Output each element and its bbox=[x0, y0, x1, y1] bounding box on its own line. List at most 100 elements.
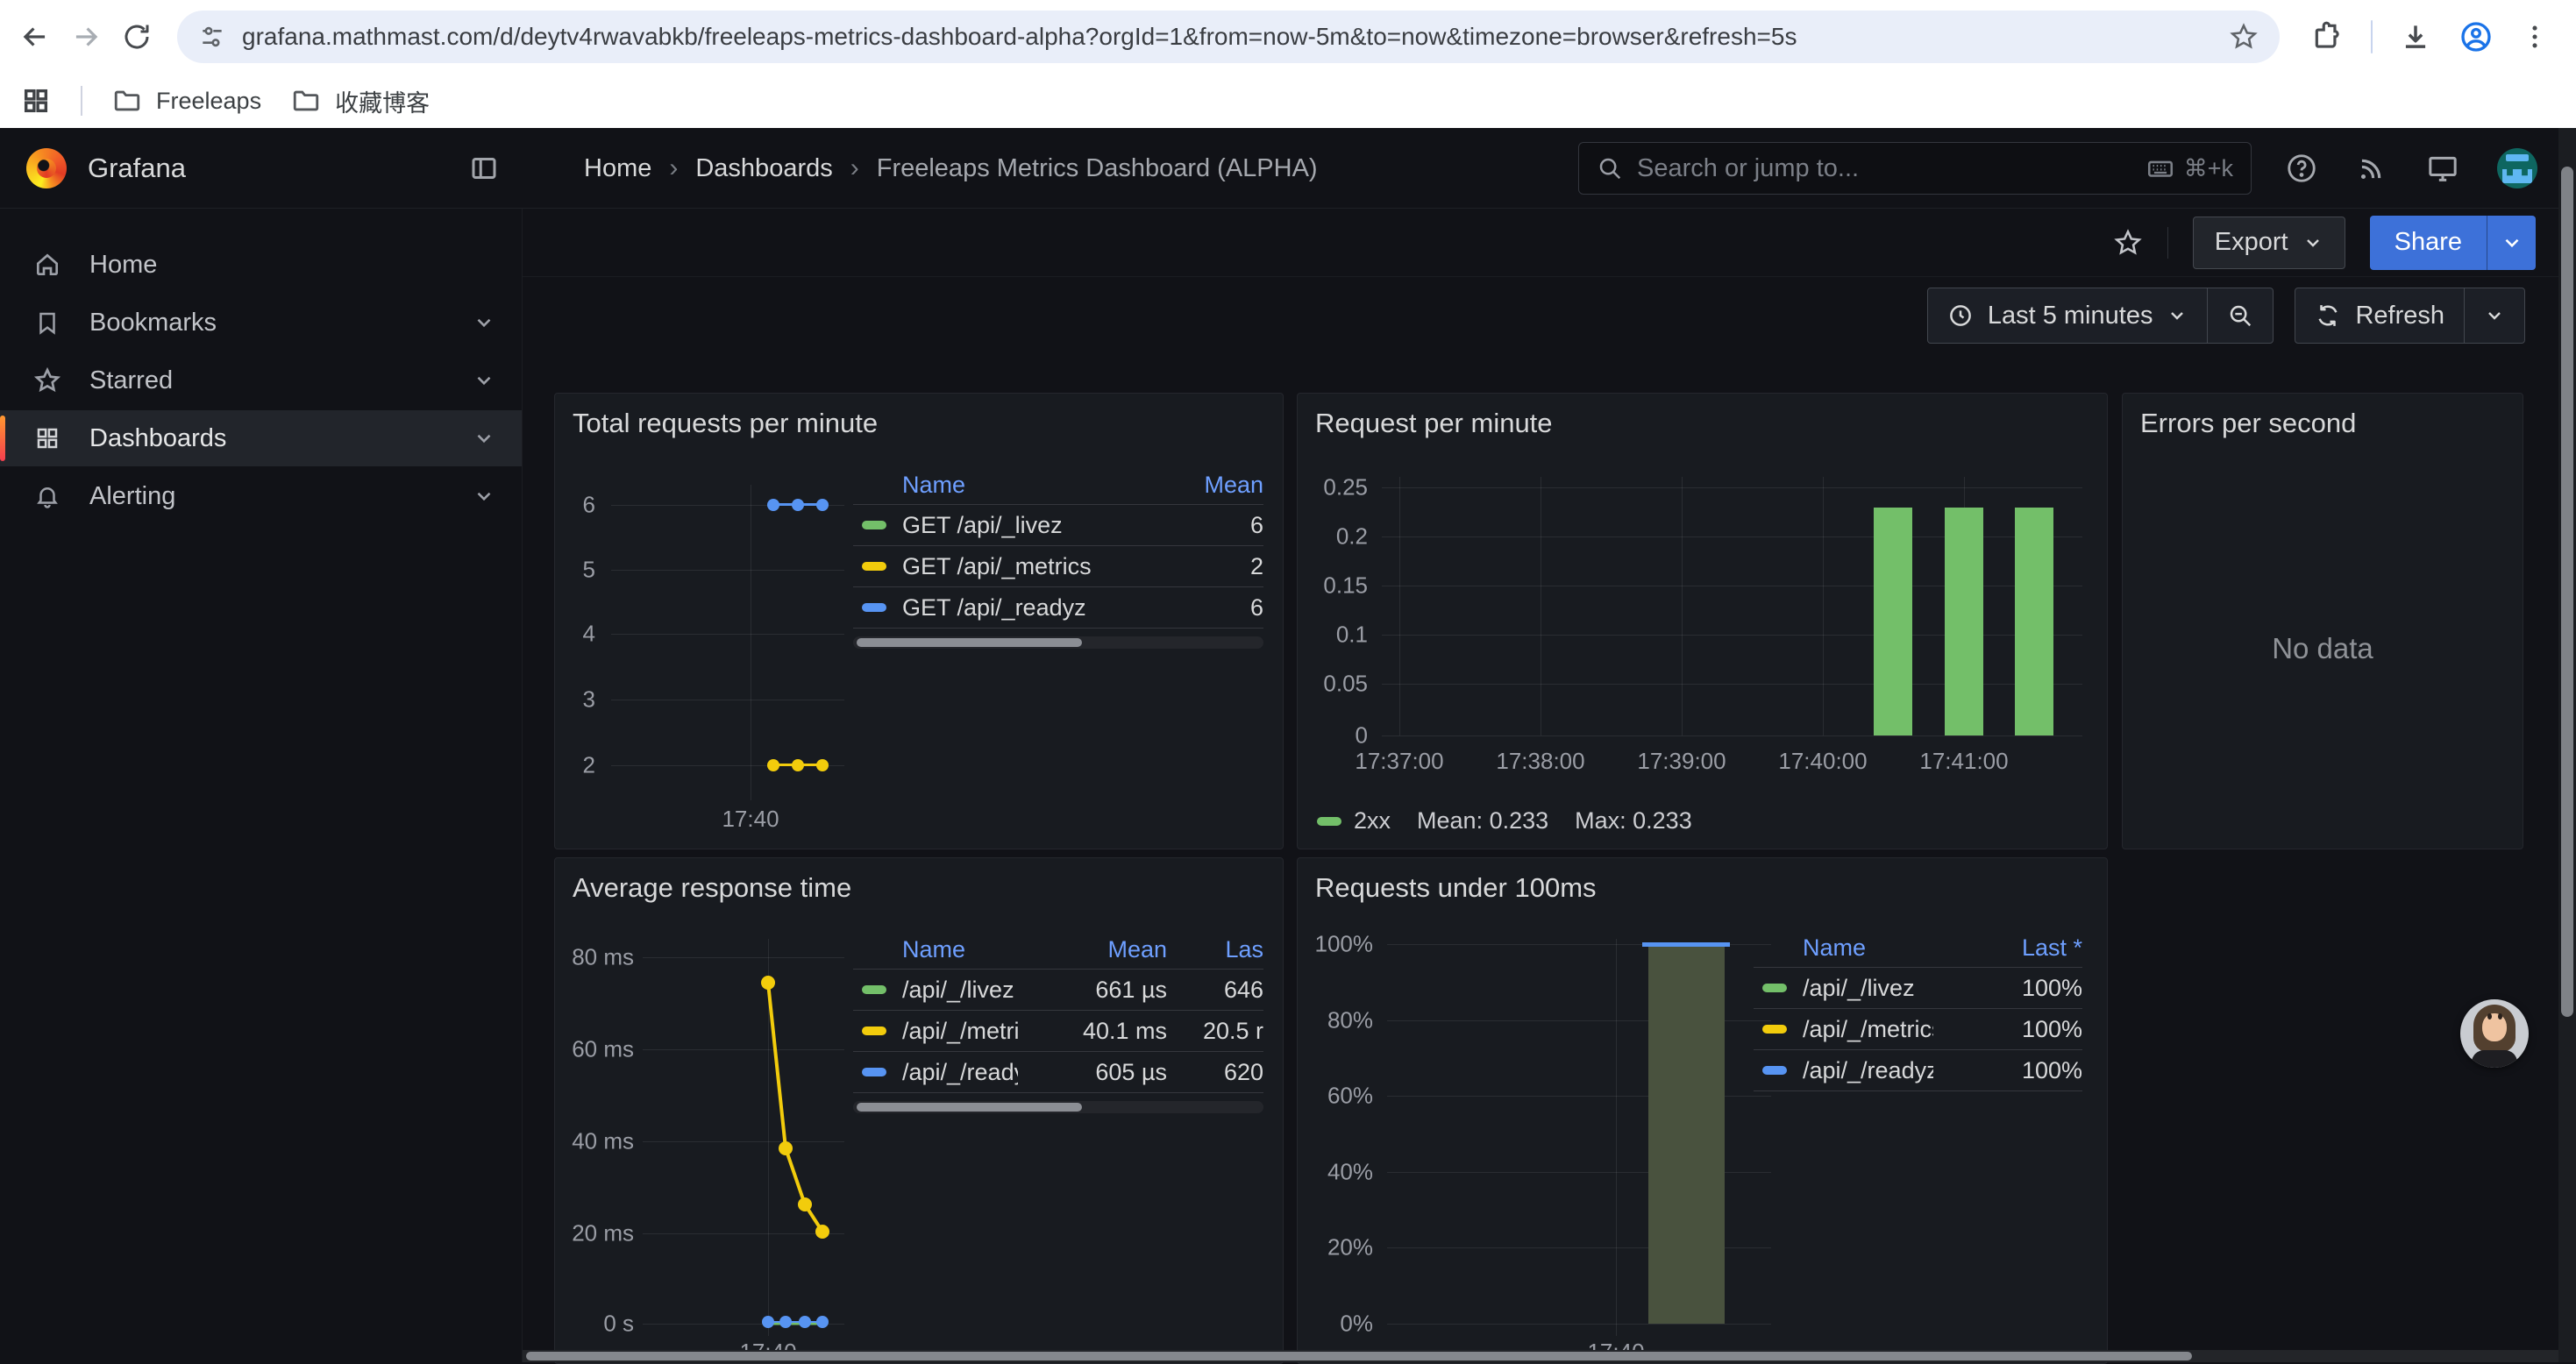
series-swatch bbox=[862, 1068, 886, 1076]
zoom-out-icon bbox=[2227, 302, 2253, 329]
legend-scrollbar[interactable] bbox=[853, 1101, 1263, 1113]
help-icon[interactable] bbox=[2285, 152, 2318, 185]
y-tick: 0.1 bbox=[1305, 622, 1368, 649]
page-vertical-scrollbar[interactable] bbox=[2558, 128, 2576, 1362]
x-tick: 17:38:00 bbox=[1496, 748, 1584, 775]
grafana-logo-icon[interactable] bbox=[26, 148, 67, 188]
menu-kebab-icon[interactable] bbox=[2520, 22, 2550, 52]
legend-header-name[interactable]: Name bbox=[1803, 934, 1933, 962]
chevron-down-icon[interactable] bbox=[473, 485, 495, 508]
profile-icon[interactable] bbox=[2459, 19, 2494, 54]
panel-errors-per-second[interactable]: Errors per second No data bbox=[2122, 393, 2523, 849]
sidebar-item-home[interactable]: Home bbox=[0, 237, 522, 293]
panel-requests-under-100ms[interactable]: Requests under 100ms 100% 80% 60% 40% 20… bbox=[1297, 857, 2108, 1364]
monitor-icon[interactable] bbox=[2425, 151, 2460, 186]
response-time-chart bbox=[555, 858, 899, 1364]
floating-assistant-avatar[interactable] bbox=[2460, 999, 2529, 1068]
keyboard-icon bbox=[2145, 153, 2175, 183]
panel-avg-response-time[interactable]: Average response time 80 ms 60 ms 40 ms … bbox=[554, 857, 1284, 1364]
zoom-out-button[interactable] bbox=[2207, 288, 2273, 343]
legend-header-name[interactable]: Name bbox=[902, 936, 1018, 963]
legend-row[interactable]: GET /api/_livez 6 bbox=[853, 504, 1263, 545]
reload-icon[interactable] bbox=[117, 18, 156, 56]
search-box[interactable]: ⌘+k bbox=[1578, 142, 2252, 195]
legend-row[interactable]: /api/_/readyz 100% bbox=[1754, 1049, 2082, 1090]
bookmark-folder-blogs[interactable]: 收藏博客 bbox=[291, 84, 430, 118]
legend-header-name[interactable]: Name bbox=[902, 472, 1114, 499]
time-range-picker[interactable]: Last 5 minutes bbox=[1928, 288, 2208, 343]
legend-row[interactable]: /api/_/readyz 605 µs 620 bbox=[853, 1051, 1263, 1092]
clock-icon bbox=[1947, 302, 1974, 329]
share-dropdown-button[interactable] bbox=[2487, 216, 2536, 270]
gridline bbox=[1382, 735, 2082, 736]
share-button[interactable]: Share bbox=[2370, 216, 2487, 270]
home-icon bbox=[33, 251, 61, 279]
legend-header-last[interactable]: Last * bbox=[1933, 934, 2082, 962]
back-icon[interactable] bbox=[16, 18, 54, 56]
sidebar-collapse-icon[interactable] bbox=[468, 153, 500, 184]
time-picker-group: Last 5 minutes bbox=[1927, 288, 2274, 344]
panel-total-requests[interactable]: Total requests per minute 6 5 4 3 2 bbox=[554, 393, 1284, 849]
panel-title[interactable]: Total requests per minute bbox=[573, 408, 878, 439]
y-tick: 3 bbox=[562, 686, 595, 714]
legend-row[interactable]: /api/_/metrics 100% bbox=[1754, 1008, 2082, 1049]
refresh-button[interactable]: Refresh bbox=[2295, 288, 2464, 343]
panel-title[interactable]: Errors per second bbox=[2140, 408, 2356, 439]
star-dashboard-icon[interactable] bbox=[2113, 228, 2143, 258]
sidebar-item-bookmarks[interactable]: Bookmarks bbox=[0, 295, 522, 351]
breadcrumb-current-page: Freeleaps Metrics Dashboard (ALPHA) bbox=[877, 154, 1318, 183]
scrollbar-thumb[interactable] bbox=[2561, 167, 2573, 1017]
legend-scrollbar[interactable] bbox=[853, 636, 1263, 649]
refresh-interval-dropdown[interactable] bbox=[2464, 288, 2524, 343]
gridline bbox=[1823, 477, 1824, 735]
breadcrumb: Home › Dashboards › Freeleaps Metrics Da… bbox=[584, 128, 1318, 209]
legend-header-mean[interactable]: Mean bbox=[1018, 936, 1167, 963]
apps-grid-icon[interactable] bbox=[21, 86, 51, 116]
data-point bbox=[816, 499, 829, 511]
bookmark-star-icon[interactable] bbox=[2229, 22, 2259, 52]
extensions-icon[interactable] bbox=[2311, 20, 2345, 53]
downloads-icon[interactable] bbox=[2399, 20, 2432, 53]
legend-row[interactable]: /api/_/livez 661 µs 646 bbox=[853, 969, 1263, 1010]
site-settings-icon[interactable] bbox=[198, 23, 226, 51]
breadcrumb-home[interactable]: Home bbox=[584, 154, 651, 183]
chevron-down-icon[interactable] bbox=[473, 369, 495, 392]
gridline bbox=[1616, 939, 1617, 1336]
export-button[interactable]: Export bbox=[2193, 217, 2345, 269]
legend-item-2xx[interactable]: 2xx bbox=[1317, 807, 1391, 835]
legend-row[interactable]: /api/_/livez 100% bbox=[1754, 967, 2082, 1008]
user-avatar[interactable] bbox=[2497, 148, 2537, 188]
series-swatch bbox=[862, 1027, 886, 1035]
chevron-down-icon[interactable] bbox=[473, 311, 495, 334]
forward-icon[interactable] bbox=[67, 18, 105, 56]
panel-title[interactable]: Request per minute bbox=[1315, 408, 1553, 439]
address-bar[interactable]: grafana.mathmast.com/d/deytv4rwavabkb/fr… bbox=[177, 11, 2280, 63]
url-text[interactable]: grafana.mathmast.com/d/deytv4rwavabkb/fr… bbox=[242, 23, 2213, 51]
dashboards-grid-icon bbox=[33, 425, 61, 451]
legend-header-mean[interactable]: Mean bbox=[1114, 472, 1263, 499]
search-input[interactable] bbox=[1637, 154, 2131, 183]
legend-row[interactable]: GET /api/_metrics 2 bbox=[853, 545, 1263, 586]
data-point bbox=[816, 759, 829, 771]
news-rss-icon[interactable] bbox=[2355, 152, 2388, 185]
bookmark-folder-freeleaps[interactable]: Freeleaps bbox=[112, 86, 261, 116]
y-tick: 5 bbox=[562, 557, 595, 584]
dashboard-horizontal-scrollbar[interactable] bbox=[523, 1350, 2558, 1362]
legend-row[interactable]: GET /api/_readyz 6 bbox=[853, 586, 1263, 628]
legend-header-last[interactable]: Las bbox=[1167, 936, 1263, 963]
y-tick: 0% bbox=[1305, 1311, 1373, 1338]
chevron-down-icon[interactable] bbox=[473, 427, 495, 450]
scrollbar-thumb[interactable] bbox=[526, 1352, 2192, 1360]
sidebar-item-starred[interactable]: Starred bbox=[0, 352, 522, 408]
breadcrumb-dashboards[interactable]: Dashboards bbox=[695, 154, 832, 183]
legend-row[interactable]: /api/_/metrics 40.1 ms 20.5 r bbox=[853, 1010, 1263, 1051]
brand-name: Grafana bbox=[88, 153, 186, 184]
sidebar-item-dashboards[interactable]: Dashboards bbox=[0, 410, 522, 466]
bookmarks-divider bbox=[81, 86, 82, 116]
legend-header: Name Last * bbox=[1754, 928, 2082, 967]
panel-request-per-minute[interactable]: Request per minute 0.25 0.2 0.15 0.1 0.0… bbox=[1297, 393, 2108, 849]
chevron-down-icon bbox=[2302, 232, 2323, 253]
series-swatch bbox=[1762, 1025, 1787, 1034]
sidebar-item-alerting[interactable]: Alerting bbox=[0, 468, 522, 524]
panel-title[interactable]: Requests under 100ms bbox=[1315, 872, 1597, 904]
